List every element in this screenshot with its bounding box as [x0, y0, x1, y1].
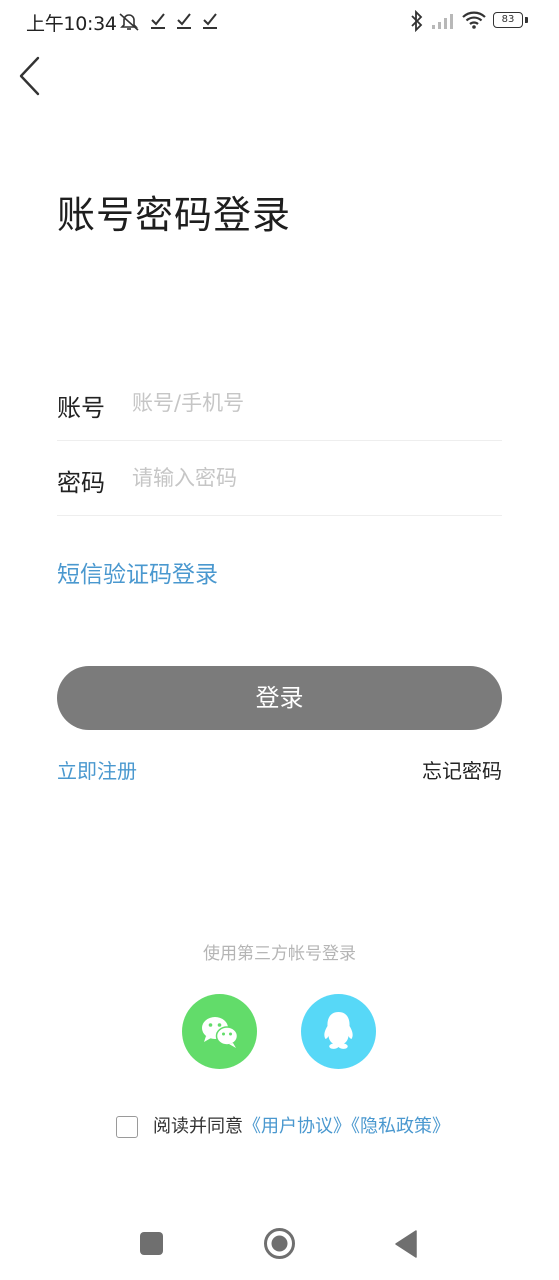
page-title: 账号密码登录 [57, 193, 292, 237]
user-agreement-link[interactable]: 《用户协议》 [243, 1116, 351, 1137]
wifi-icon [462, 11, 486, 29]
qq-icon [324, 1012, 353, 1049]
agreement-prefix: 阅读并同意 [153, 1116, 243, 1137]
forgot-password-link[interactable]: 忘记密码 [422, 755, 502, 784]
register-link[interactable]: 立即注册 [57, 755, 137, 784]
status-time: 上午10:34 [26, 13, 117, 35]
password-label: 密码 [57, 469, 105, 497]
privacy-policy-link[interactable]: 《隐私政策》 [351, 1116, 450, 1137]
battery-tip [525, 17, 528, 23]
account-input[interactable] [132, 384, 492, 422]
account-label: 账号 [57, 394, 105, 422]
battery-icon: 83 [493, 12, 523, 28]
third-party-label: 使用第三方帐号登录 [203, 944, 356, 964]
check-icon [203, 13, 217, 29]
password-row: 密码 [57, 441, 502, 516]
chevron-left-icon [19, 56, 40, 96]
agreement-text: 阅读并同意《用户协议》《隐私政策》 [153, 1116, 450, 1138]
agreement-checkbox[interactable] [116, 1116, 138, 1138]
mute-alarm-icon [119, 13, 139, 31]
sms-login-link[interactable]: 短信验证码登录 [57, 555, 218, 589]
recent-apps-icon[interactable] [140, 1232, 163, 1255]
bluetooth-icon [411, 10, 423, 32]
back-icon[interactable] [395, 1230, 417, 1258]
status-bar: 上午10:34 83 [0, 0, 559, 42]
account-row: 账号 [57, 366, 502, 441]
password-input[interactable] [132, 459, 492, 497]
wechat-login-button[interactable] [182, 994, 257, 1069]
wechat-icon [202, 1017, 239, 1048]
back-button[interactable] [14, 52, 50, 100]
check-icon [151, 13, 165, 29]
signal-icon [432, 14, 453, 29]
home-icon[interactable] [263, 1227, 296, 1260]
login-button[interactable]: 登录 [57, 666, 502, 730]
check-icon [177, 13, 191, 29]
qq-login-button[interactable] [301, 994, 376, 1069]
